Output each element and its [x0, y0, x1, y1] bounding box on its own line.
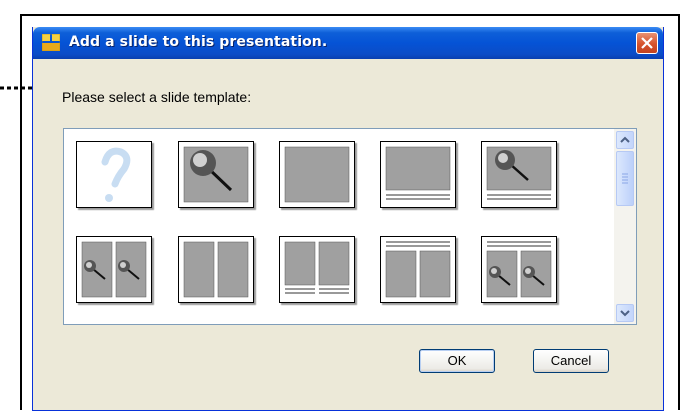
header-two-block-icon	[385, 241, 451, 298]
block-icon	[284, 146, 350, 203]
title-bar[interactable]: Add a slide to this presentation.	[33, 27, 663, 59]
scroll-up-button[interactable]	[616, 131, 634, 149]
magnifier-caption-icon	[486, 146, 552, 200]
ok-button[interactable]: OK	[419, 349, 495, 373]
dialog-title: Add a slide to this presentation.	[69, 34, 328, 50]
template-prompt: Please select a slide template:	[62, 89, 252, 105]
template-thumb-single-block[interactable]	[279, 141, 355, 208]
block-caption-icon	[385, 146, 451, 200]
template-thumb-image-caption[interactable]	[481, 141, 557, 208]
close-icon	[641, 37, 653, 49]
magnifier-icon	[183, 146, 249, 203]
template-thumb-header-two-blocks[interactable]	[380, 236, 456, 303]
template-thumb-two-blocks[interactable]	[178, 236, 254, 303]
scroll-down-button[interactable]	[616, 304, 634, 322]
template-thumb-header-two-images[interactable]	[481, 236, 557, 303]
template-thumb-single-image[interactable]	[178, 141, 254, 208]
template-thumb-two-images[interactable]	[76, 236, 152, 303]
two-block-icon	[183, 241, 249, 298]
two-block-caption-icon	[284, 241, 350, 294]
template-thumb-block-caption[interactable]	[380, 141, 456, 208]
two-magnifier-icon	[81, 241, 147, 298]
app-icon	[42, 34, 60, 51]
template-gallery	[63, 128, 637, 325]
header-two-magnifier-icon	[486, 241, 552, 298]
grip-icon	[622, 173, 628, 184]
close-button[interactable]	[636, 32, 658, 54]
template-thumb-two-blocks-caption[interactable]	[279, 236, 355, 303]
chevron-up-icon	[620, 136, 630, 143]
chevron-down-icon	[620, 310, 630, 317]
gallery-scrollbar[interactable]	[614, 129, 636, 324]
question-mark-icon	[101, 147, 131, 202]
template-thumb-blank[interactable]	[76, 141, 152, 208]
cancel-button[interactable]: Cancel	[533, 349, 609, 373]
add-slide-dialog: Add a slide to this presentation. Please…	[32, 27, 664, 411]
scroll-thumb[interactable]	[616, 151, 634, 206]
